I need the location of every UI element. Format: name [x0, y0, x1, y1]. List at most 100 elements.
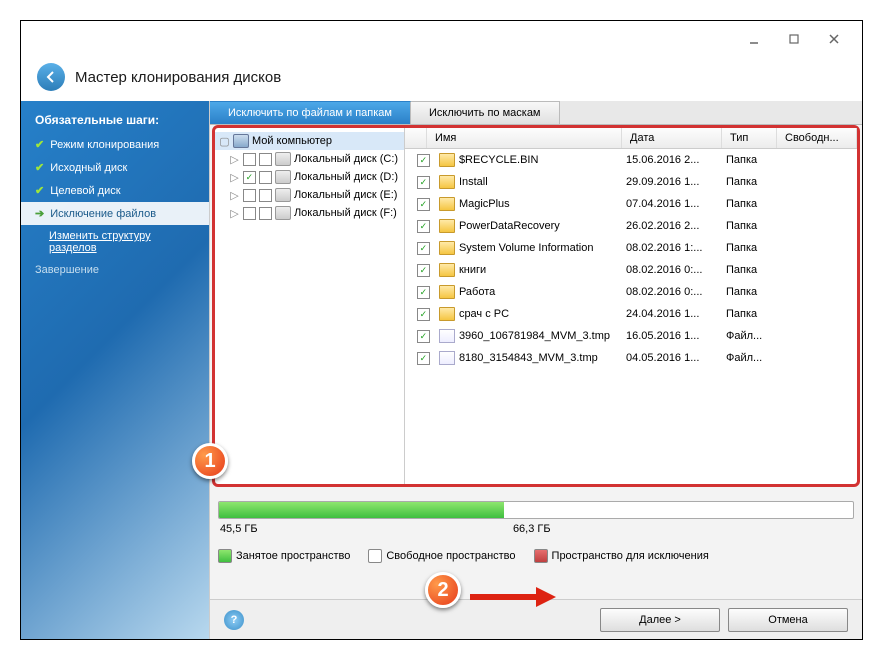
sidebar-item-4[interactable]: Изменить структуру разделов — [21, 225, 209, 259]
checkbox[interactable]: ✓ — [417, 352, 430, 365]
tree-drive-2[interactable]: ▷ Локальный диск (E:) — [215, 186, 404, 204]
file-date: 26.02.2016 2... — [618, 218, 718, 234]
sidebar-item-2[interactable]: ✔ Целевой диск — [21, 179, 209, 202]
col-name[interactable]: Имя — [427, 128, 622, 148]
expander-icon[interactable]: ▢ — [219, 136, 230, 147]
checkbox[interactable]: ✓ — [417, 242, 430, 255]
expander-icon[interactable]: ▷ — [229, 172, 240, 183]
file-type: Папка — [718, 240, 773, 256]
folder-icon — [439, 153, 455, 167]
tree-drive-3[interactable]: ▷ Локальный диск (F:) — [215, 204, 404, 222]
drive-label: Локальный диск (C:) — [294, 153, 398, 165]
tabs: Исключить по файлам и папкам Исключить п… — [210, 101, 862, 125]
checkbox[interactable]: ✓ — [243, 171, 256, 184]
tab-files[interactable]: Исключить по файлам и папкам — [210, 101, 411, 124]
file-name: 3960_106781984_MVM_3.tmp — [459, 330, 610, 342]
tree-drive-1[interactable]: ▷✓Локальный диск (D:) — [215, 168, 404, 186]
drive-label: Локальный диск (F:) — [294, 207, 397, 219]
drive-label: Локальный диск (E:) — [294, 189, 398, 201]
file-name: книги — [459, 264, 486, 276]
next-button[interactable]: Далее > — [600, 608, 720, 632]
sidebar-item-label: Завершение — [35, 264, 99, 276]
folder-icon — [439, 175, 455, 189]
checkbox[interactable] — [243, 207, 256, 220]
sidebar-item-label: Целевой диск — [50, 185, 120, 197]
checkbox[interactable]: ✓ — [417, 264, 430, 277]
sidebar-item-label: Исключение файлов — [50, 208, 156, 220]
cancel-button[interactable]: Отмена — [728, 608, 848, 632]
checkbox[interactable]: ✓ — [417, 308, 430, 321]
list-item[interactable]: ✓System Volume Information08.02.2016 1:.… — [405, 237, 857, 259]
file-date: 15.06.2016 2... — [618, 152, 718, 168]
col-type[interactable]: Тип — [722, 128, 777, 148]
list-item[interactable]: ✓ книги 08.02.2016 0:...Папка — [405, 259, 857, 281]
tab-masks[interactable]: Исключить по маскам — [411, 101, 560, 124]
expander-icon[interactable]: ▷ — [229, 190, 240, 201]
file-date: 24.04.2016 1... — [618, 306, 718, 322]
close-button[interactable] — [814, 27, 854, 51]
checkbox[interactable] — [243, 189, 256, 202]
list-item[interactable]: ✓PowerDataRecovery26.02.2016 2...Папка — [405, 215, 857, 237]
checkbox-2[interactable] — [259, 207, 272, 220]
file-type: Папка — [718, 262, 773, 278]
main-panel: Исключить по файлам и папкам Исключить п… — [209, 101, 862, 639]
sidebar-item-3[interactable]: ➔Исключение файлов — [21, 202, 209, 225]
expander-icon[interactable]: ▷ — [229, 154, 240, 165]
checkbox-2[interactable] — [259, 189, 272, 202]
list-item[interactable]: ✓$RECYCLE.BIN15.06.2016 2...Папка — [405, 149, 857, 171]
expander-icon[interactable]: ▷ — [229, 208, 240, 219]
file-icon — [439, 329, 455, 343]
tree-drive-0[interactable]: ▷ Локальный диск (C:) — [215, 150, 404, 168]
file-type: Папка — [718, 284, 773, 300]
col-free[interactable]: Свободн... — [777, 128, 857, 148]
file-type: Папка — [718, 174, 773, 190]
checkbox[interactable]: ✓ — [417, 220, 430, 233]
checkbox[interactable]: ✓ — [417, 176, 430, 189]
help-icon[interactable]: ? — [224, 610, 244, 630]
checkbox[interactable]: ✓ — [417, 330, 430, 343]
sidebar: Обязательные шаги: ✔ Режим клонирования ✔ И… — [21, 101, 209, 639]
checkbox[interactable]: ✓ — [417, 154, 430, 167]
list-item[interactable]: ✓срач с PC24.04.2016 1...Папка — [405, 303, 857, 325]
check-icon: ✔ — [35, 138, 44, 151]
file-date: 08.02.2016 0:... — [618, 284, 718, 300]
file-date: 16.05.2016 1... — [618, 328, 718, 344]
titlebar — [21, 21, 862, 57]
check-icon: ✔ — [35, 184, 44, 197]
file-list[interactable]: Имя Дата Тип Свободн... ✓ $RECYCLE.BIN 15.… — [405, 128, 857, 484]
content-panes: ▢ Мой компьютер ▷Локальный диск (C:)▷✓Ло… — [212, 125, 860, 487]
tree-root[interactable]: ▢ Мой компьютер — [215, 132, 404, 150]
checkbox[interactable] — [243, 153, 256, 166]
checkbox[interactable]: ✓ — [417, 198, 430, 211]
folder-icon — [439, 285, 455, 299]
tree-view[interactable]: ▢ Мой компьютер ▷Локальный диск (C:)▷✓Ло… — [215, 128, 405, 484]
maximize-button[interactable] — [774, 27, 814, 51]
file-date: 04.05.2016 1... — [618, 350, 718, 366]
sidebar-item-0[interactable]: ✔ Режим клонирования — [21, 133, 209, 156]
checkbox-2[interactable] — [259, 153, 272, 166]
file-date: 08.02.2016 0:... — [618, 262, 718, 278]
sidebar-item-label: Режим клонирования — [50, 139, 159, 151]
minimize-button[interactable] — [734, 27, 774, 51]
file-name: $RECYCLE.BIN — [459, 154, 538, 166]
disk-icon — [275, 152, 291, 166]
col-date[interactable]: Дата — [622, 128, 722, 148]
sidebar-item-1[interactable]: ✔ Исходный диск — [21, 156, 209, 179]
file-date: 07.04.2016 1... — [618, 196, 718, 212]
list-header: Имя Дата Тип Свободн... — [405, 128, 857, 149]
annotation-2: 2 — [425, 572, 461, 608]
check-icon: ✔ — [35, 161, 44, 174]
list-item[interactable]: ✓Install29.09.2016 1...Папка — [405, 171, 857, 193]
sidebar-header: Обязательные шаги: — [21, 107, 209, 133]
checkbox[interactable]: ✓ — [417, 286, 430, 299]
capacity-used — [219, 502, 504, 518]
list-item[interactable]: ✓Работа08.02.2016 0:...Папка — [405, 281, 857, 303]
sidebar-item-label: Исходный диск — [50, 162, 127, 174]
back-button[interactable] — [37, 63, 65, 91]
list-item[interactable]: ✓8180_3154843_MVM_3.tmp04.05.2016 1...Фа… — [405, 347, 857, 369]
list-item[interactable]: ✓ 3960_106781984_MVM_3.tmp 16.05.2016 1...… — [405, 325, 857, 347]
file-name: 8180_3154843_MVM_3.tmp — [459, 352, 598, 364]
list-item[interactable]: ✓MagicPlus07.04.2016 1...Папка — [405, 193, 857, 215]
checkbox-2[interactable] — [259, 171, 272, 184]
legend: Занятое пространство Свободное пространс… — [210, 539, 862, 573]
